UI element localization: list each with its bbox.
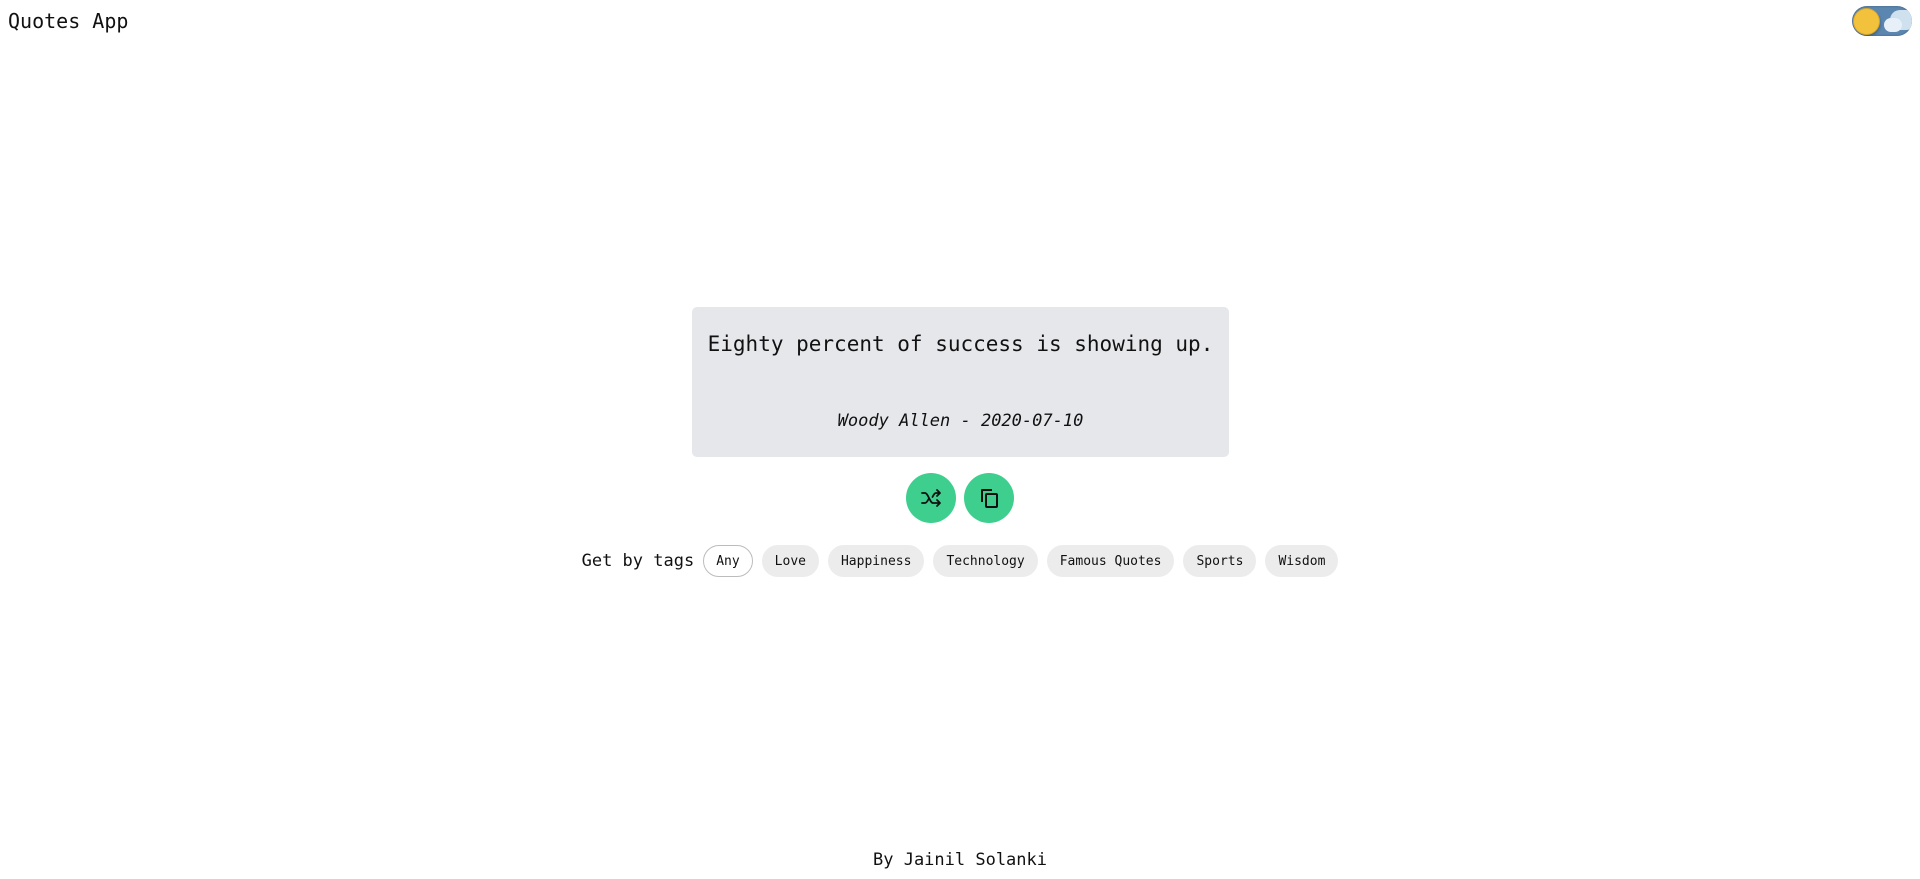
tags-label: Get by tags [581, 551, 695, 571]
quote-author-date: Woody Allen - 2020-07-10 [837, 411, 1084, 431]
tag-technology[interactable]: Technology [933, 545, 1038, 577]
copy-button[interactable] [964, 473, 1014, 523]
tag-famous-quotes[interactable]: Famous Quotes [1046, 545, 1175, 577]
app-title: Quotes App [8, 9, 129, 33]
tag-wisdom[interactable]: Wisdom [1265, 545, 1339, 577]
tag-love[interactable]: Love [761, 545, 819, 577]
tag-happiness[interactable]: Happiness [827, 545, 925, 577]
copy-icon [981, 489, 998, 508]
tag-sports[interactable]: Sports [1183, 545, 1257, 577]
sun-icon [1854, 9, 1879, 34]
quote-text: Eighty percent of success is showing up. [707, 332, 1214, 356]
cloud-icon [1884, 18, 1902, 32]
quotes-app-page: Quotes App Eighty percent of success is … [0, 0, 1920, 879]
tags-row: Get by tags Any Love Happiness Technolog… [0, 545, 1920, 577]
shuffle-button[interactable] [906, 473, 956, 523]
theme-toggle[interactable] [1852, 6, 1912, 36]
quote-card: Eighty percent of success is showing up.… [692, 307, 1229, 457]
footer-credit: By Jainil Solanki [873, 850, 1047, 870]
tag-any[interactable]: Any [703, 545, 753, 577]
shuffle-icon [921, 489, 941, 507]
